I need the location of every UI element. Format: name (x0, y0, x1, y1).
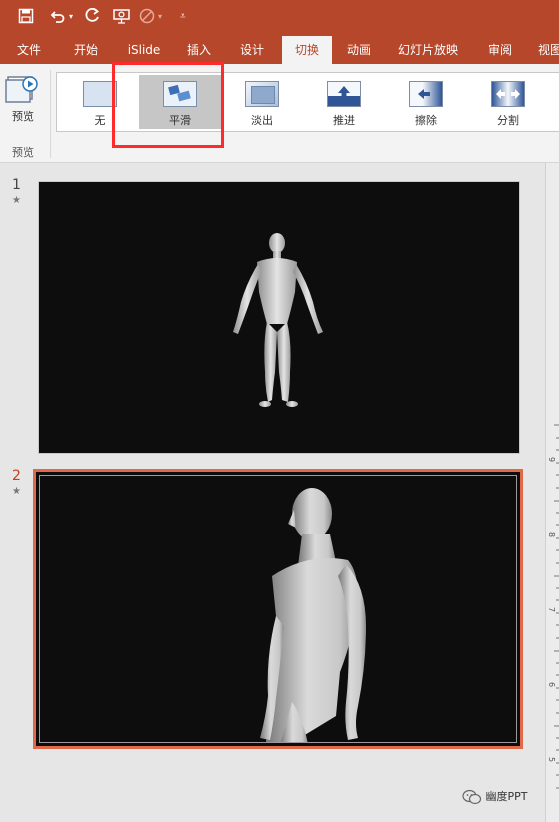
group-divider (50, 70, 51, 158)
watermark-text: 幽度PPT (485, 790, 528, 803)
transition-push[interactable]: 推进 (303, 75, 385, 129)
transition-wipe-label: 擦除 (415, 114, 437, 127)
slide-thumbnail-2[interactable] (33, 469, 523, 749)
title-bar: ▾ ▾ ⩡ (0, 0, 559, 36)
ruler-number: 6 (547, 681, 557, 688)
ruler-number: 5 (547, 756, 557, 763)
slide-number: 2 (12, 468, 21, 484)
standing-human-figure (233, 233, 323, 407)
ribbon-tabs: 文件 开始 iSlide 插入 设计 切换 动画 幻灯片放映 审阅 视图 (0, 36, 559, 64)
tab-review[interactable]: 审阅 (476, 36, 524, 64)
transition-fade[interactable]: 淡出 (221, 75, 303, 129)
tab-transitions[interactable]: 切换 (282, 36, 332, 64)
wipe-transition-icon (409, 81, 443, 107)
slide-thumbnail-1[interactable] (38, 181, 520, 454)
vertical-ruler: 9 8 7 6 5 (545, 163, 559, 822)
tab-animations[interactable]: 动画 (336, 36, 382, 64)
preview-group-label: 预览 (12, 146, 34, 159)
transition-marker: ★ (12, 486, 21, 497)
slide-thumbnail-pane[interactable]: 1 ★ 2 ★ (0, 163, 545, 822)
tab-insert[interactable]: 插入 (174, 36, 224, 64)
close-up-human-figure (260, 488, 366, 742)
transition-push-label: 推进 (333, 114, 355, 127)
wechat-icon (462, 789, 486, 805)
ruler-number: 8 (547, 531, 557, 538)
ruler-ticks (554, 424, 559, 789)
chevron-down-icon: ▾ (158, 12, 163, 21)
split-transition-icon (491, 81, 525, 107)
chevron-down-icon[interactable]: ▾ (69, 8, 73, 26)
slide-number: 1 (12, 177, 21, 193)
tab-home[interactable]: 开始 (58, 36, 114, 64)
transition-split[interactable]: 分割 (467, 75, 549, 129)
tab-design[interactable]: 设计 (228, 36, 276, 64)
customize-toolbar-icon[interactable]: ⩡ (180, 8, 186, 26)
tab-islide[interactable]: iSlide (116, 36, 172, 64)
highlight-box (112, 62, 224, 148)
slide-2-canvas (39, 475, 517, 743)
ribbon: 预览 预览 无 平滑 淡出 推进 擦除 分割 (0, 64, 559, 163)
save-icon[interactable] (18, 8, 34, 28)
present-from-start-icon[interactable] (113, 8, 131, 28)
undo-icon[interactable] (50, 8, 66, 28)
transition-fade-label: 淡出 (251, 114, 273, 127)
transition-wipe[interactable]: 擦除 (385, 75, 467, 129)
push-transition-icon (327, 81, 361, 107)
preview-button[interactable] (4, 74, 46, 110)
tab-view[interactable]: 视图 (530, 36, 559, 64)
ruler-number: 9 (547, 456, 557, 463)
watermark: 幽度PPT (462, 788, 528, 805)
redo-icon[interactable] (84, 7, 100, 28)
tab-file[interactable]: 文件 (6, 36, 52, 64)
transition-split-label: 分割 (497, 114, 519, 127)
transition-marker: ★ (12, 195, 21, 206)
tab-slide-show[interactable]: 幻灯片放映 (390, 36, 466, 64)
fade-transition-icon (245, 81, 279, 107)
preview-button-label[interactable]: 预览 (12, 108, 34, 124)
ruler-number: 7 (547, 606, 557, 613)
disabled-command-icon (139, 8, 155, 28)
